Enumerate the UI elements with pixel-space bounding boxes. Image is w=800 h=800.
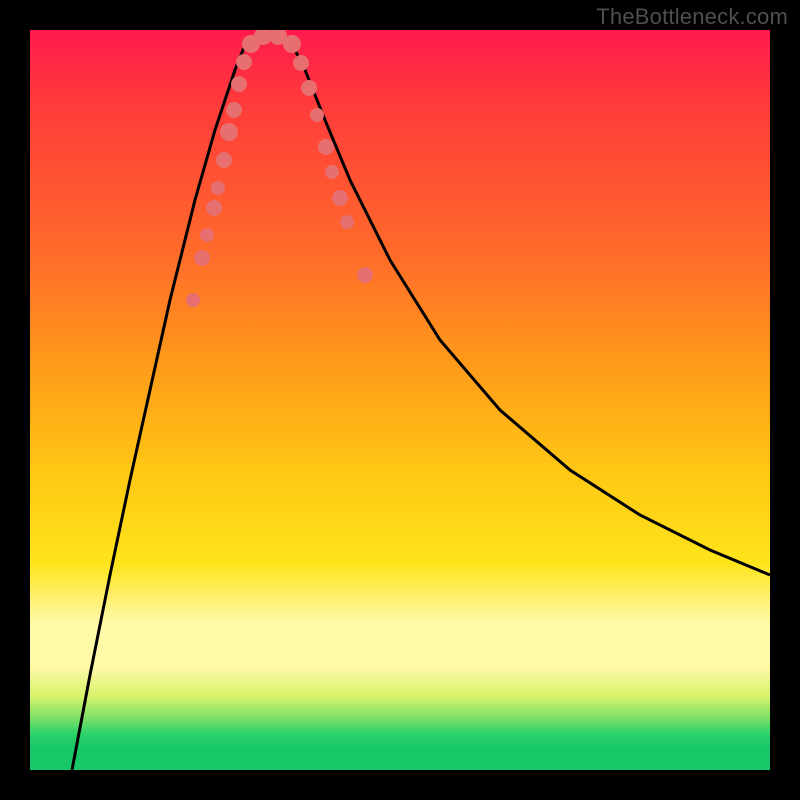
data-marker <box>200 228 214 242</box>
chart-frame: TheBottleneck.com <box>0 0 800 800</box>
data-marker <box>357 267 373 283</box>
plot-area <box>30 30 770 770</box>
data-marker <box>325 165 339 179</box>
data-marker <box>206 200 222 216</box>
watermark-text: TheBottleneck.com <box>596 4 788 30</box>
data-marker <box>231 76 247 92</box>
data-marker <box>283 35 301 53</box>
data-marker <box>318 139 334 155</box>
data-marker <box>310 108 324 122</box>
data-marker <box>220 123 238 141</box>
data-marker <box>211 181 225 195</box>
data-marker <box>340 215 354 229</box>
data-marker <box>194 250 210 266</box>
data-marker <box>293 55 309 71</box>
data-marker <box>332 190 348 206</box>
data-marker <box>216 152 232 168</box>
data-marker <box>236 54 252 70</box>
bottleneck-curve <box>30 30 770 770</box>
curve-path <box>72 36 770 770</box>
data-marker <box>226 102 242 118</box>
data-marker <box>301 80 317 96</box>
data-marker <box>186 293 200 307</box>
